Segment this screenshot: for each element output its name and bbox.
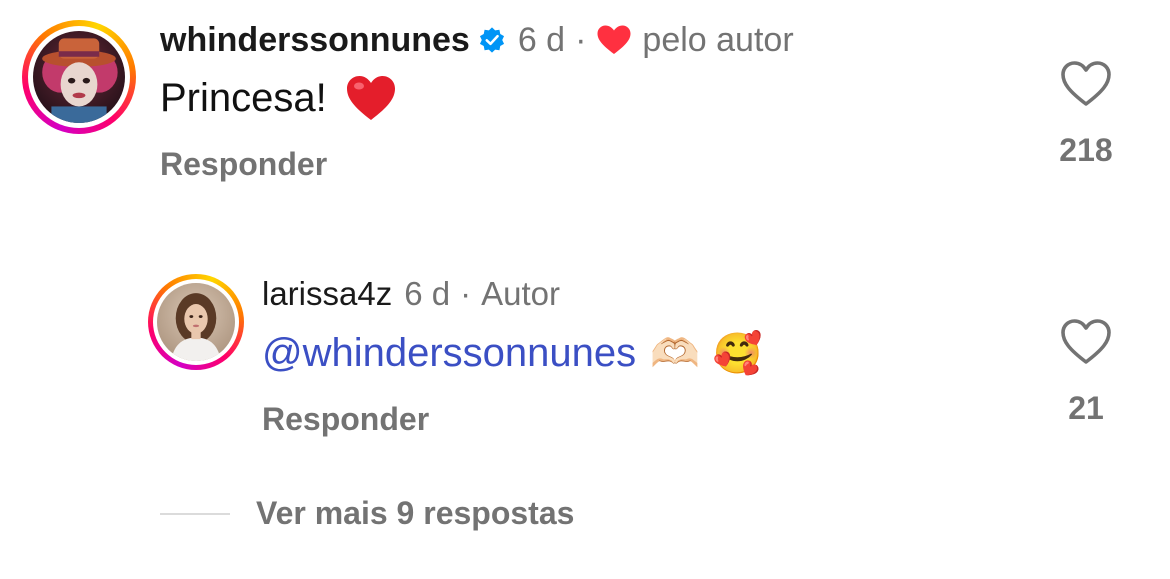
heart-outline-icon — [1061, 319, 1111, 364]
reply-mention-link[interactable]: @whinderssonnunes — [262, 331, 636, 376]
red-heart-emoji-icon — [346, 76, 395, 120]
comment-like-count: 218 — [1059, 132, 1113, 168]
liked-by-author-heart-icon — [597, 25, 631, 54]
view-more-replies-button[interactable]: Ver mais 9 respostas — [256, 495, 574, 532]
comment-time: 6 d — [517, 20, 566, 59]
reply-avatar[interactable] — [148, 274, 244, 370]
reply-separator: · — [460, 275, 472, 312]
verified-badge-icon — [479, 27, 504, 53]
reply-emojis: 🫶🏻 🥰 — [650, 330, 763, 377]
heart-outline-icon — [1061, 61, 1111, 106]
liked-by-author-label: pelo autor — [642, 20, 794, 59]
reply-reply-button[interactable]: Responder — [262, 401, 429, 438]
more-replies-divider — [160, 513, 230, 515]
reply-like-button[interactable] — [1060, 318, 1112, 366]
reply-time: 6 d — [404, 275, 451, 312]
reply-header: larissa4z 6 d · Autor — [262, 273, 560, 315]
reply-like-count: 21 — [1068, 390, 1104, 426]
user-avatar-icon — [33, 31, 125, 123]
reply-username[interactable]: larissa4z — [262, 275, 392, 313]
comment-separator: · — [575, 20, 587, 59]
comment-username[interactable]: whinderssonnunes — [160, 21, 470, 60]
reply-text: @whinderssonnunes 🫶🏻 🥰 — [262, 325, 763, 381]
comment-text-content: Princesa! — [160, 75, 327, 120]
comment-avatar[interactable] — [22, 20, 136, 134]
comment-text: Princesa! — [160, 70, 397, 126]
user-avatar-icon — [157, 283, 235, 361]
reply-author-label: Autor — [481, 275, 560, 312]
comment-like-button[interactable] — [1060, 60, 1112, 108]
comment-header: whinderssonnunes 6 d · pelo autor — [160, 18, 794, 62]
comment-reply-button[interactable]: Responder — [160, 146, 327, 183]
